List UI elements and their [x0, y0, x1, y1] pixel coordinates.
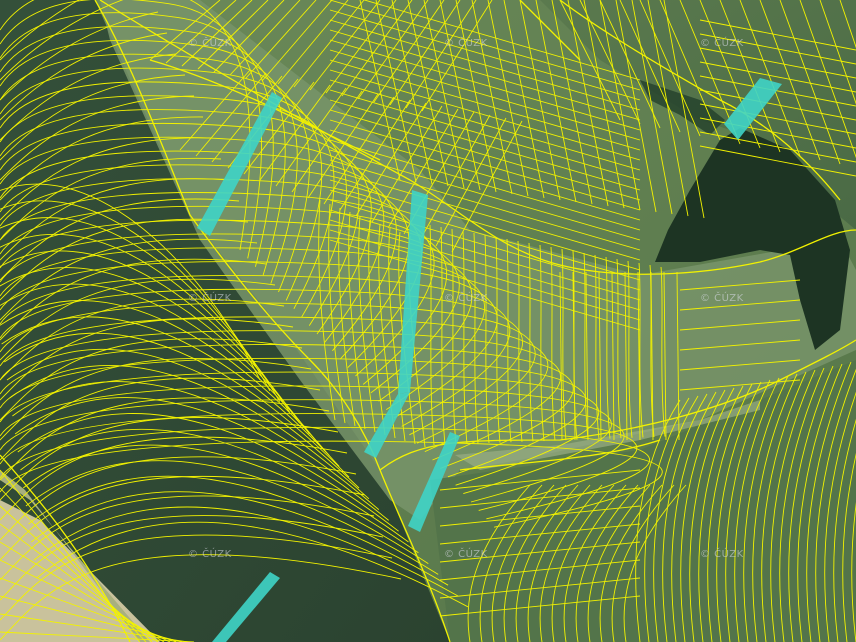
watermark: © ČÚZK: [444, 293, 488, 304]
watermark: © ČÚZK: [188, 549, 232, 560]
watermark: © ČÚZK: [444, 38, 488, 49]
watermark: © ČÚZK: [444, 549, 488, 560]
watermark: © ČÚZK: [700, 549, 744, 560]
watermark: © ČÚZK: [188, 38, 232, 49]
watermark: © ČÚZK: [700, 38, 744, 49]
watermark: © ČÚZK: [188, 293, 232, 304]
map-canvas[interactable]: [0, 0, 856, 642]
watermark: © ČÚZK: [700, 293, 744, 304]
cadastral-map[interactable]: © ČÚZK © ČÚZK © ČÚZK © ČÚZK © ČÚZK © ČÚZ…: [0, 0, 856, 642]
